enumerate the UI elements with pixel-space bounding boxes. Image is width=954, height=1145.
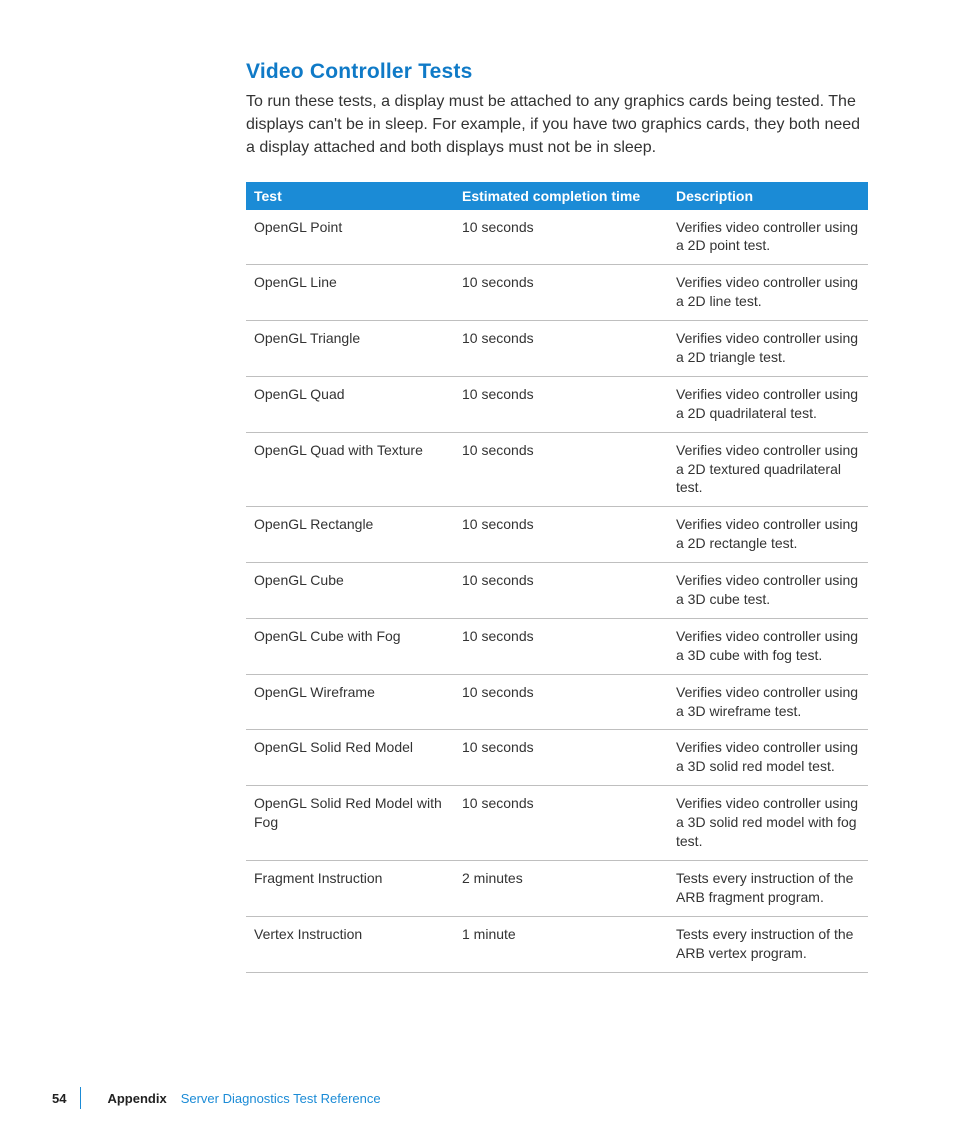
table-header-row: Test Estimated completion time Descripti… bbox=[246, 182, 868, 210]
cell-test: OpenGL Solid Red Model bbox=[246, 730, 454, 786]
tests-table: Test Estimated completion time Descripti… bbox=[246, 182, 868, 973]
footer-divider bbox=[80, 1087, 81, 1109]
cell-desc: Verifies video controller using a 2D rec… bbox=[668, 507, 868, 563]
cell-test: OpenGL Quad with Texture bbox=[246, 432, 454, 507]
table-row: OpenGL Wireframe 10 seconds Verifies vid… bbox=[246, 674, 868, 730]
table-row: OpenGL Quad with Texture 10 seconds Veri… bbox=[246, 432, 868, 507]
footer-appendix: Appendix bbox=[107, 1091, 166, 1106]
cell-test: Fragment Instruction bbox=[246, 860, 454, 916]
col-header-test: Test bbox=[246, 182, 454, 210]
col-header-time: Estimated completion time bbox=[454, 182, 668, 210]
table-row: OpenGL Line 10 seconds Verifies video co… bbox=[246, 265, 868, 321]
page-footer: 54 Appendix Server Diagnostics Test Refe… bbox=[52, 1087, 381, 1109]
page-number: 54 bbox=[52, 1091, 66, 1106]
cell-desc: Verifies video controller using a 3D wir… bbox=[668, 674, 868, 730]
cell-desc: Tests every instruction of the ARB fragm… bbox=[668, 860, 868, 916]
cell-time: 10 seconds bbox=[454, 674, 668, 730]
cell-desc: Verifies video controller using a 2D poi… bbox=[668, 210, 868, 265]
cell-test: OpenGL Rectangle bbox=[246, 507, 454, 563]
cell-time: 10 seconds bbox=[454, 786, 668, 861]
cell-time: 10 seconds bbox=[454, 563, 668, 619]
cell-test: OpenGL Triangle bbox=[246, 321, 454, 377]
table-row: OpenGL Cube with Fog 10 seconds Verifies… bbox=[246, 618, 868, 674]
col-header-desc: Description bbox=[668, 182, 868, 210]
table-row: OpenGL Solid Red Model with Fog 10 secon… bbox=[246, 786, 868, 861]
table-row: OpenGL Point 10 seconds Verifies video c… bbox=[246, 210, 868, 265]
cell-desc: Verifies video controller using a 3D cub… bbox=[668, 618, 868, 674]
table-row: OpenGL Rectangle 10 seconds Verifies vid… bbox=[246, 507, 868, 563]
page: Video Controller Tests To run these test… bbox=[0, 0, 954, 1145]
cell-test: Vertex Instruction bbox=[246, 916, 454, 972]
cell-test: OpenGL Line bbox=[246, 265, 454, 321]
cell-desc: Verifies video controller using a 3D cub… bbox=[668, 563, 868, 619]
cell-test: OpenGL Wireframe bbox=[246, 674, 454, 730]
cell-time: 10 seconds bbox=[454, 210, 668, 265]
cell-test: OpenGL Solid Red Model with Fog bbox=[246, 786, 454, 861]
cell-desc: Verifies video controller using a 2D tri… bbox=[668, 321, 868, 377]
cell-time: 10 seconds bbox=[454, 432, 668, 507]
table-row: OpenGL Quad 10 seconds Verifies video co… bbox=[246, 376, 868, 432]
cell-test: OpenGL Point bbox=[246, 210, 454, 265]
cell-time: 10 seconds bbox=[454, 321, 668, 377]
cell-time: 1 minute bbox=[454, 916, 668, 972]
section-title: Video Controller Tests bbox=[246, 60, 864, 84]
cell-desc: Verifies video controller using a 2D tex… bbox=[668, 432, 868, 507]
cell-test: OpenGL Cube bbox=[246, 563, 454, 619]
table-row: OpenGL Solid Red Model 10 seconds Verifi… bbox=[246, 730, 868, 786]
cell-time: 10 seconds bbox=[454, 376, 668, 432]
section-intro: To run these tests, a display must be at… bbox=[246, 90, 864, 160]
cell-desc: Verifies video controller using a 2D lin… bbox=[668, 265, 868, 321]
footer-breadcrumb: Server Diagnostics Test Reference bbox=[181, 1091, 381, 1106]
table-row: Fragment Instruction 2 minutes Tests eve… bbox=[246, 860, 868, 916]
cell-time: 10 seconds bbox=[454, 618, 668, 674]
cell-time: 10 seconds bbox=[454, 730, 668, 786]
cell-time: 10 seconds bbox=[454, 507, 668, 563]
cell-desc: Verifies video controller using a 2D qua… bbox=[668, 376, 868, 432]
cell-desc: Verifies video controller using a 3D sol… bbox=[668, 730, 868, 786]
cell-time: 10 seconds bbox=[454, 265, 668, 321]
cell-time: 2 minutes bbox=[454, 860, 668, 916]
table-row: OpenGL Cube 10 seconds Verifies video co… bbox=[246, 563, 868, 619]
cell-desc: Verifies video controller using a 3D sol… bbox=[668, 786, 868, 861]
table-row: OpenGL Triangle 10 seconds Verifies vide… bbox=[246, 321, 868, 377]
cell-test: OpenGL Cube with Fog bbox=[246, 618, 454, 674]
table-row: Vertex Instruction 1 minute Tests every … bbox=[246, 916, 868, 972]
cell-test: OpenGL Quad bbox=[246, 376, 454, 432]
cell-desc: Tests every instruction of the ARB verte… bbox=[668, 916, 868, 972]
